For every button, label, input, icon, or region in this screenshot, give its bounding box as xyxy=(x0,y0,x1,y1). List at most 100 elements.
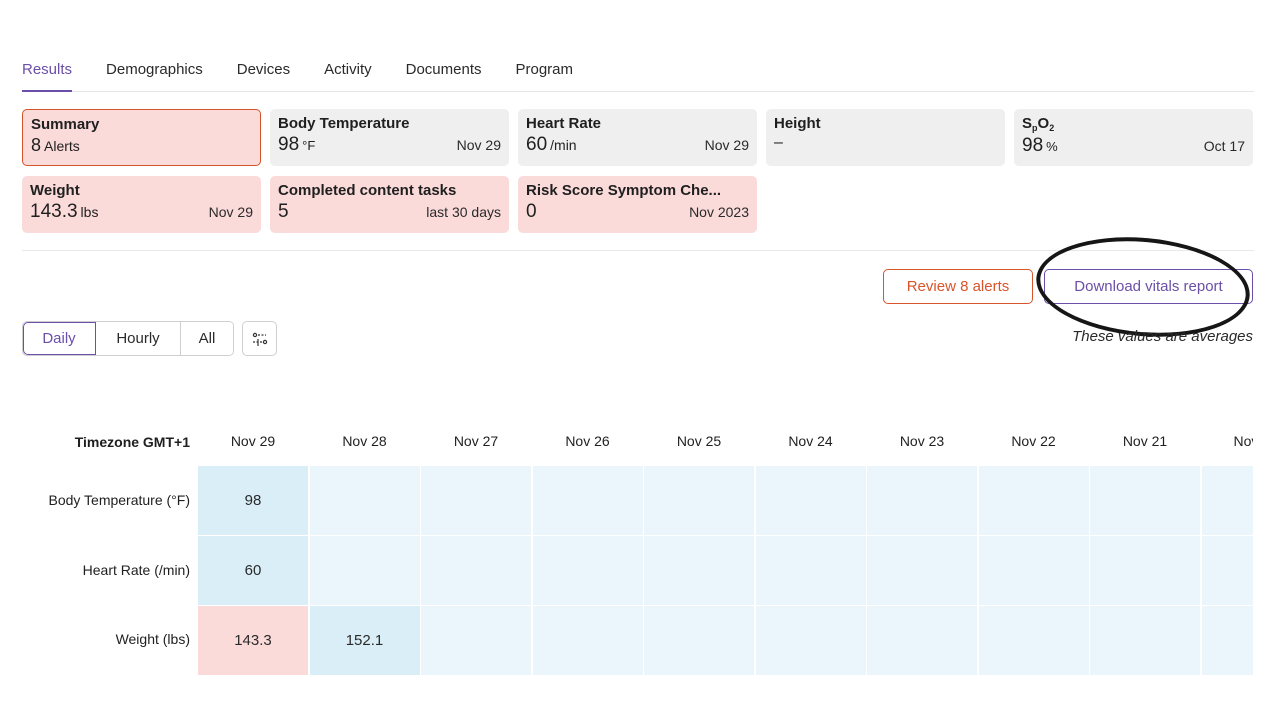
range-all-button[interactable]: All xyxy=(181,322,233,355)
content-tasks-card[interactable]: Completed content tasks 5 last 30 days xyxy=(270,176,509,233)
row-label: Body Temperature (°F) xyxy=(48,492,190,508)
card-title: Summary xyxy=(31,116,100,133)
range-daily-button[interactable]: Daily xyxy=(23,322,96,355)
table-cell[interactable] xyxy=(644,606,754,675)
table-cell[interactable] xyxy=(867,606,977,675)
card-title: SpO2 xyxy=(1022,115,1245,133)
spo2-title-o: O xyxy=(1037,115,1050,132)
tab-results[interactable]: Results xyxy=(22,58,73,92)
table-cell[interactable] xyxy=(755,536,866,605)
table-cell[interactable]: 98 xyxy=(198,466,308,535)
card-title: Weight xyxy=(30,182,80,199)
card-unit: /min xyxy=(550,137,577,153)
card-unit: lbs xyxy=(80,204,99,220)
sliders-icon xyxy=(252,332,267,346)
spo2-title-s: S xyxy=(1022,115,1033,132)
timezone-label: Timezone GMT+1 xyxy=(74,434,190,450)
card-value: 98 xyxy=(1022,135,1044,156)
card-value: 98 xyxy=(278,134,300,155)
card-value: 5 xyxy=(278,201,289,222)
table-cell[interactable] xyxy=(421,536,531,605)
card-date: Oct 17 xyxy=(1203,138,1245,154)
column-header-date: Nov 25 xyxy=(676,433,722,449)
table-cell[interactable] xyxy=(755,466,866,535)
column-header-date: Nov 28 xyxy=(342,433,387,449)
table-cell[interactable] xyxy=(1201,466,1253,535)
table-cell[interactable] xyxy=(532,536,643,605)
table-cell[interactable] xyxy=(1201,536,1253,605)
column-header-date: Nov 23 xyxy=(899,433,945,449)
table-cell[interactable] xyxy=(867,466,977,535)
download-vitals-report-button[interactable]: Download vitals report xyxy=(1044,269,1253,304)
table-cell[interactable] xyxy=(755,606,866,675)
card-value: 8 xyxy=(31,135,42,155)
table-cell[interactable] xyxy=(644,536,754,605)
height-card[interactable]: Height – xyxy=(766,109,1005,166)
table-cell[interactable] xyxy=(532,466,643,535)
card-value: 0 xyxy=(526,201,537,222)
range-selector: Daily Hourly All xyxy=(22,321,234,356)
card-value: 60 xyxy=(526,134,548,155)
table-cell[interactable] xyxy=(421,606,531,675)
column-header-date: Nov 21 xyxy=(1122,433,1168,449)
averages-note: These values are averages xyxy=(1072,328,1253,345)
section-divider xyxy=(22,250,1254,251)
row-label: Heart Rate (/min) xyxy=(82,562,190,578)
range-hourly-button[interactable]: Hourly xyxy=(96,322,181,355)
table-cell[interactable] xyxy=(421,466,531,535)
spo2-card[interactable]: SpO2 98% Oct 17 xyxy=(1014,109,1253,166)
tab-documents[interactable]: Documents xyxy=(406,58,482,92)
card-title: Body Temperature xyxy=(278,115,410,132)
filter-button[interactable] xyxy=(242,321,277,356)
table-cell[interactable] xyxy=(978,466,1089,535)
table-cell[interactable]: 143.3 xyxy=(198,606,308,675)
card-unit: % xyxy=(1046,139,1058,154)
table-cell[interactable]: 60 xyxy=(198,536,308,605)
tab-devices[interactable]: Devices xyxy=(237,58,290,92)
column-header-date: Nov 27 xyxy=(453,433,499,449)
column-header-date: Nov 24 xyxy=(788,433,833,449)
table-cell[interactable]: 152.1 xyxy=(309,606,420,675)
tab-demographics[interactable]: Demographics xyxy=(106,58,203,92)
table-cell[interactable] xyxy=(1090,536,1200,605)
weight-card[interactable]: Weight 143.3 lbs Nov 29 xyxy=(22,176,261,233)
card-date: Nov 29 xyxy=(208,204,253,220)
card-date: Nov 29 xyxy=(704,137,749,153)
card-unit: °F xyxy=(302,138,316,153)
tab-activity[interactable]: Activity xyxy=(324,58,372,92)
table-cell[interactable] xyxy=(532,606,643,675)
table-cell[interactable] xyxy=(978,606,1089,675)
summary-card[interactable]: Summary 8 Alerts xyxy=(22,109,261,166)
column-header-date: Nov 29 xyxy=(230,433,276,449)
row-label: Weight (lbs) xyxy=(115,631,190,647)
card-title: Risk Score Symptom Che... xyxy=(526,182,722,199)
review-alerts-button[interactable]: Review 8 alerts xyxy=(883,269,1033,304)
table-cell[interactable] xyxy=(1090,606,1200,675)
heart-rate-card[interactable]: Heart Rate 60/min Nov 29 xyxy=(518,109,757,166)
vitals-table: 98 60 143.3 152.1 xyxy=(198,466,1253,675)
tab-bar: Results Demographics Devices Activity Do… xyxy=(22,58,1254,92)
column-header-date: Nov 20 xyxy=(1233,433,1254,449)
table-cell[interactable] xyxy=(1201,606,1253,675)
body-temperature-card[interactable]: Body Temperature 98 °F Nov 29 xyxy=(270,109,509,166)
risk-score-card[interactable]: Risk Score Symptom Che... 0 Nov 2023 xyxy=(518,176,757,233)
table-cell[interactable] xyxy=(1090,466,1200,535)
tab-program[interactable]: Program xyxy=(516,58,574,92)
card-date: last 30 days xyxy=(426,204,501,220)
card-unit: Alerts xyxy=(44,138,80,154)
card-date: Nov 2023 xyxy=(689,204,749,220)
column-header-date: Nov 22 xyxy=(1011,433,1056,449)
table-cell[interactable] xyxy=(309,536,420,605)
table-cell[interactable] xyxy=(644,466,754,535)
card-value: – xyxy=(774,134,783,151)
card-title: Heart Rate xyxy=(526,115,602,132)
table-cell[interactable] xyxy=(978,536,1089,605)
card-title: Height xyxy=(774,115,821,132)
card-date: Nov 29 xyxy=(456,137,501,153)
card-title: Completed content tasks xyxy=(278,182,457,199)
table-cell[interactable] xyxy=(867,536,977,605)
table-cell[interactable] xyxy=(309,466,420,535)
column-header-date: Nov 26 xyxy=(565,433,610,449)
card-value: 143.3 xyxy=(30,201,78,222)
spo2-title-sub-2: 2 xyxy=(1049,123,1055,133)
